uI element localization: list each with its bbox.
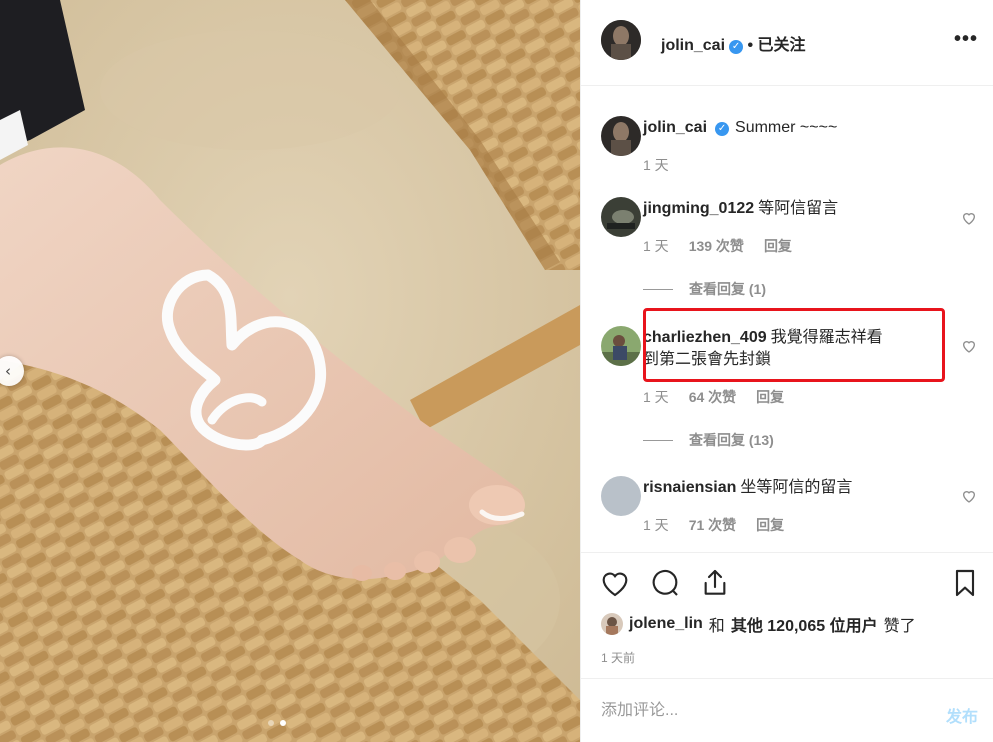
- action-bar: [581, 552, 993, 612]
- photo-foot-on-sand: [0, 0, 580, 742]
- comment-likes[interactable]: 139 次赞: [689, 236, 744, 256]
- comment-like-heart-icon[interactable]: [961, 210, 977, 226]
- likes-count: 120,065: [767, 618, 826, 635]
- chevron-left-icon: ‹: [5, 362, 11, 380]
- add-comment-form: 发布: [581, 678, 993, 742]
- comment-time[interactable]: 1 天: [643, 387, 669, 407]
- post-time[interactable]: 1 天前: [601, 649, 635, 666]
- replies-divider: [643, 439, 673, 441]
- avatar-image: [601, 116, 641, 156]
- commenter-avatar[interactable]: [601, 476, 641, 516]
- comment-item: jingming_0122 等阿信留言 1 天 139 次赞 回复 查看回复 (1…: [601, 197, 981, 307]
- liker-avatar[interactable]: [601, 613, 623, 635]
- post-header: jolin_cai ✓ • 已关注 •••: [581, 0, 993, 86]
- carousel-indicator: [268, 720, 286, 726]
- comment-username[interactable]: risnaiensian: [643, 479, 736, 496]
- author-line: jolin_cai ✓ • 已关注: [661, 31, 806, 55]
- avatar-image: [601, 326, 641, 366]
- share-upload-icon[interactable]: [699, 567, 731, 599]
- comment-like-heart-icon[interactable]: [961, 488, 977, 504]
- comment-input[interactable]: [601, 699, 921, 723]
- commenter-avatar[interactable]: [601, 326, 641, 366]
- post-image[interactable]: ‹: [0, 0, 580, 742]
- view-replies-label: 查看回复 (13): [689, 432, 774, 448]
- likes-and: 和: [708, 618, 725, 635]
- comment-meta: 1 天 71 次赞 回复: [643, 515, 784, 535]
- comment-text: charliezhen_409 我覺得羅志祥看 到第二張會先封鎖: [643, 327, 918, 371]
- comment-reply-button[interactable]: 回复: [756, 515, 784, 535]
- likes-unit: 位用户: [829, 618, 878, 635]
- commenter-avatar[interactable]: [601, 197, 641, 237]
- carousel-dot-active: [280, 720, 286, 726]
- comment-time[interactable]: 1 天: [643, 515, 669, 535]
- view-replies-button[interactable]: 查看回复 (1): [643, 279, 766, 299]
- comment-text: risnaiensian 坐等阿信的留言: [643, 477, 852, 499]
- comment-item: risnaiensian 坐等阿信的留言 1 天 71 次赞 回复: [601, 476, 981, 536]
- comment-body: 坐等阿信的留言: [740, 479, 853, 496]
- carousel-dot: [268, 720, 274, 726]
- caption-text: jolin_cai ✓ Summer ~~~~: [643, 117, 837, 139]
- likes-others: 其他: [730, 618, 763, 635]
- post-side-panel: jolin_cai ✓ • 已关注 ••• jolin_cai ✓ Summer ~~…: [580, 0, 993, 742]
- comment-like-heart-icon[interactable]: [961, 338, 977, 354]
- verified-badge-icon: ✓: [729, 40, 744, 54]
- comment-text: jingming_0122 等阿信留言: [643, 198, 838, 220]
- caption-body: Summer ~~~~: [735, 119, 838, 136]
- likes-others-link[interactable]: 其他 120,065 位用户: [731, 612, 878, 636]
- likes-summary: jolene_lin 和 其他 120,065 位用户 赞了: [601, 612, 916, 636]
- caption-time[interactable]: 1 天: [643, 155, 669, 175]
- caption-meta: 1 天: [643, 155, 669, 175]
- bookmark-icon[interactable]: [949, 567, 981, 599]
- avatar-image: [601, 20, 641, 60]
- avatar-image: [601, 613, 623, 635]
- comment-item: charliezhen_409 我覺得羅志祥看 到第二張會先封鎖 1 天 64 次…: [601, 326, 981, 448]
- author-avatar[interactable]: [601, 20, 641, 60]
- post-comment-button[interactable]: 发布: [946, 703, 978, 727]
- comment-meta: 1 天 64 次赞 回复: [643, 387, 784, 407]
- caption: jolin_cai ✓ Summer ~~~~ 1 天: [601, 116, 981, 176]
- comment-reply-button[interactable]: 回复: [756, 387, 784, 407]
- comment-body-line1: 我覺得羅志祥看: [770, 329, 883, 346]
- comment-reply-button[interactable]: 回复: [764, 236, 792, 256]
- comment-username[interactable]: jingming_0122: [643, 200, 754, 217]
- follow-status[interactable]: • 已关注: [747, 37, 805, 54]
- likes-suffix: 赞了: [883, 618, 916, 635]
- author-username[interactable]: jolin_cai: [661, 37, 725, 54]
- caption-username[interactable]: jolin_cai: [643, 119, 707, 136]
- liker-username[interactable]: jolene_lin: [629, 615, 703, 633]
- like-heart-icon[interactable]: [599, 567, 631, 599]
- comment-likes[interactable]: 71 次赞: [689, 515, 736, 535]
- replies-divider: [643, 288, 673, 290]
- avatar-image: [601, 197, 641, 237]
- comment-username[interactable]: charliezhen_409: [643, 329, 767, 346]
- caption-avatar[interactable]: [601, 116, 641, 156]
- verified-badge-icon: ✓: [715, 122, 730, 136]
- comment-bubble-icon[interactable]: [649, 567, 681, 599]
- comment-body: 等阿信留言: [758, 200, 839, 217]
- view-replies-button[interactable]: 查看回复 (13): [643, 430, 774, 450]
- comment-time[interactable]: 1 天: [643, 236, 669, 256]
- view-replies-label: 查看回复 (1): [689, 281, 766, 297]
- more-options-icon[interactable]: •••: [954, 28, 978, 51]
- comment-likes[interactable]: 64 次赞: [689, 387, 736, 407]
- comment-body-line2: 到第二張會先封鎖: [643, 351, 772, 368]
- comment-meta: 1 天 139 次赞 回复: [643, 236, 792, 256]
